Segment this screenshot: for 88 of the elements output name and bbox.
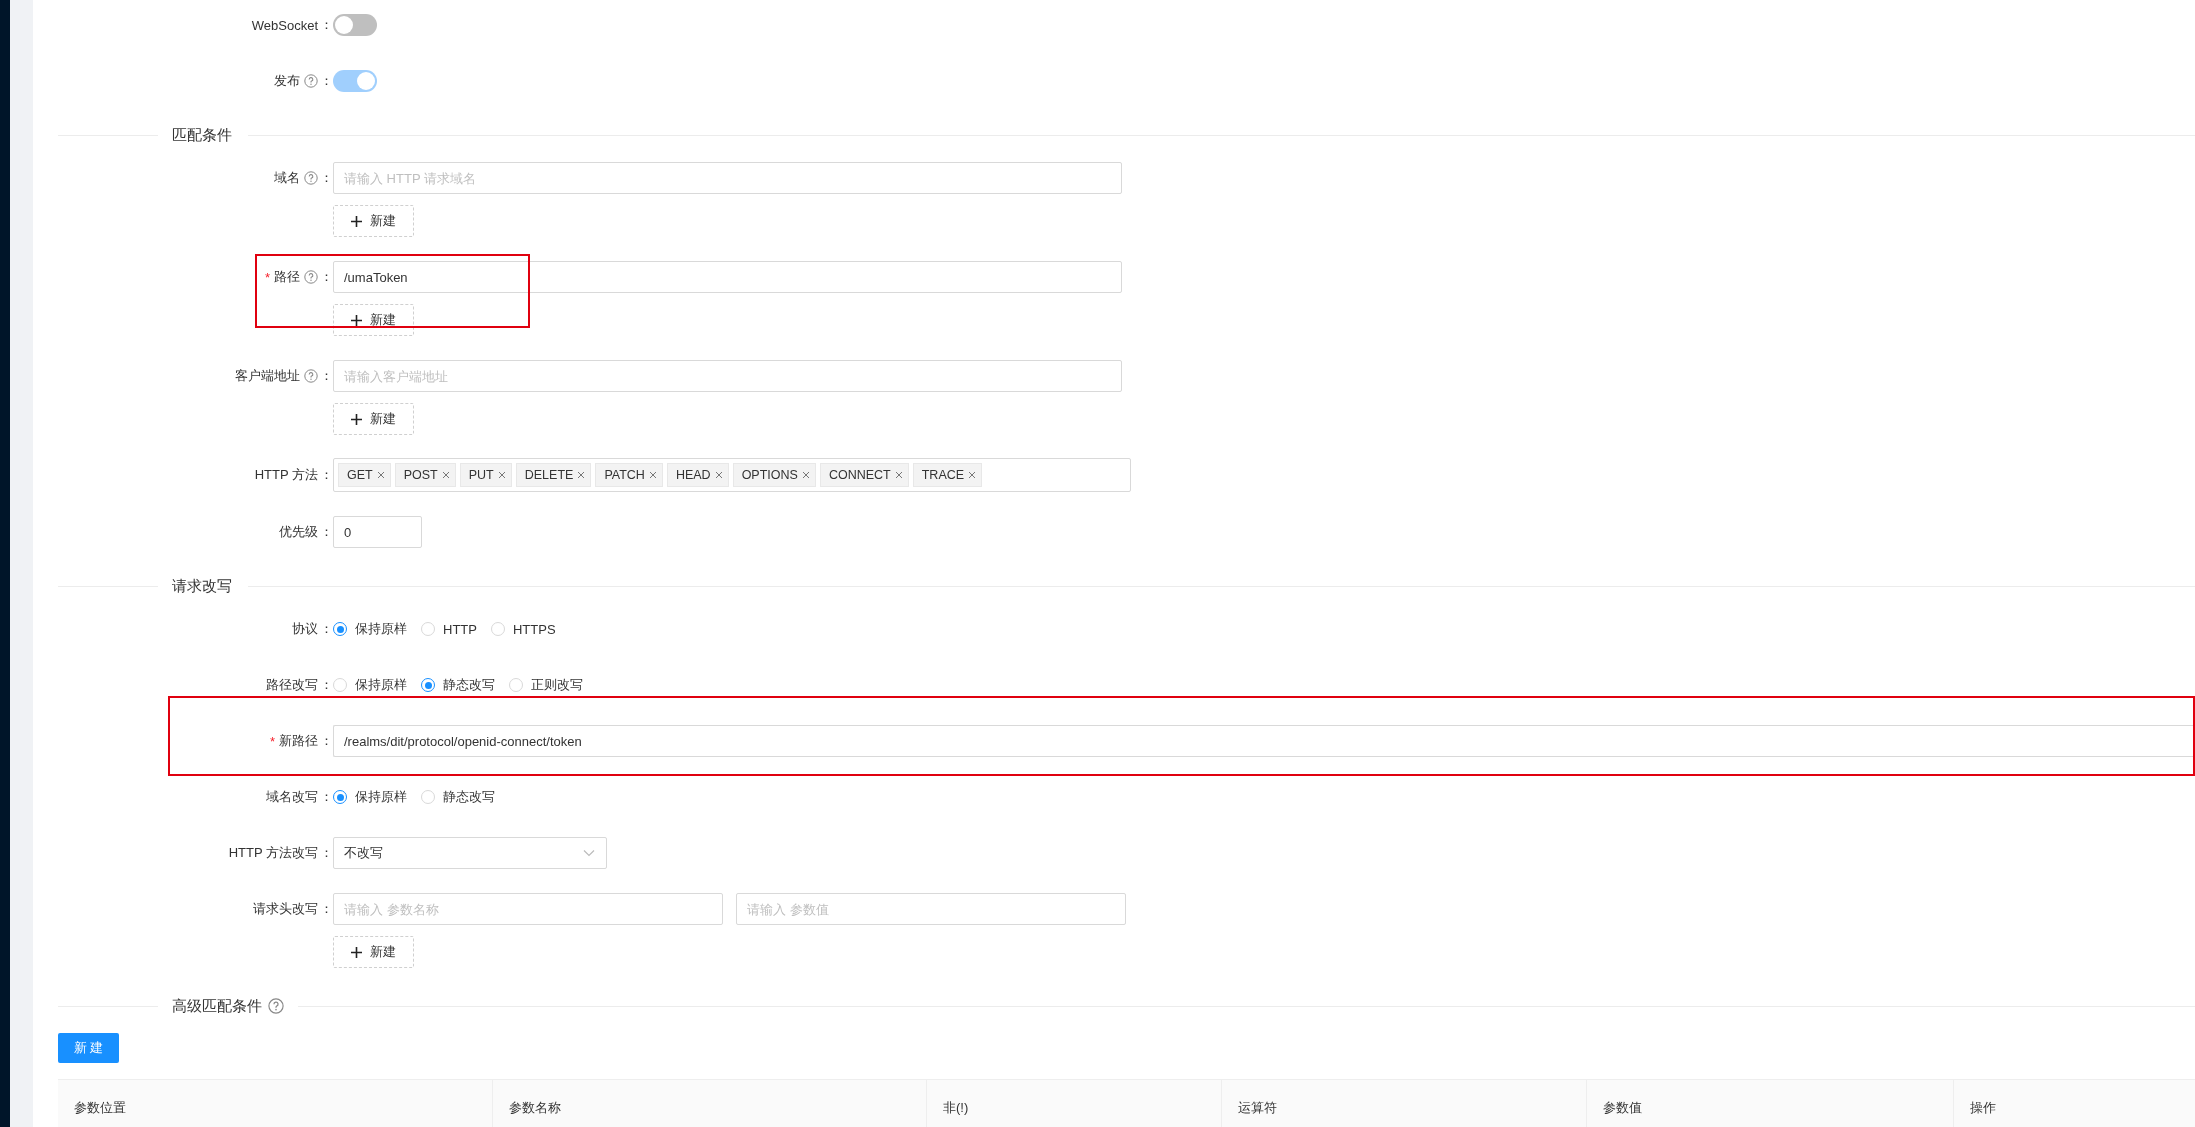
label-colon: ：	[320, 900, 333, 918]
field-label: WebSocket	[251, 17, 318, 33]
radio-option[interactable]: 静态改写	[421, 676, 495, 694]
help-icon[interactable]	[304, 270, 318, 284]
label-colon: ：	[320, 72, 333, 90]
radio-option[interactable]: HTTP	[421, 621, 477, 637]
field-label: 请求头改写	[253, 900, 318, 918]
close-icon[interactable]	[801, 471, 810, 479]
add-button[interactable]: 新建	[333, 403, 414, 435]
method-tag: PUT	[459, 463, 512, 487]
column-header: 参数位置	[58, 1080, 493, 1127]
section-title: 高级匹配条件	[171, 996, 262, 1016]
close-icon[interactable]	[441, 471, 450, 479]
plus-icon	[351, 314, 362, 326]
field-label: 域名改写	[266, 788, 318, 806]
number-field[interactable]: 0	[333, 516, 422, 548]
label-colon: ：	[320, 169, 333, 187]
method-tag: OPTIONS	[732, 463, 816, 487]
add-button[interactable]: 新建	[333, 936, 414, 968]
field-label: 新路径	[279, 732, 318, 750]
label-colon: ：	[320, 620, 333, 638]
column-header: 参数名称	[493, 1080, 927, 1127]
label-colon: ：	[320, 367, 333, 385]
column-header: 非(!)	[927, 1080, 1222, 1127]
close-icon[interactable]	[894, 471, 903, 479]
field-label: HTTP 方法	[254, 466, 318, 484]
add-button[interactable]: 新建	[333, 205, 414, 237]
tags-field[interactable]: GET POST PUT DELETE PATCH HEAD OPTIONS CONNECT TRACE	[333, 458, 1131, 492]
field-label: HTTP 方法改写	[228, 844, 318, 862]
field-label: 域名	[274, 169, 300, 187]
field-label: 优先级	[279, 523, 318, 541]
column-header: 参数值	[1587, 1080, 1954, 1127]
label-colon: ：	[320, 788, 333, 806]
text-field[interactable]: 请输入 参数值	[736, 893, 1126, 925]
help-icon[interactable]	[304, 369, 318, 383]
radio-option[interactable]: 保持原样	[333, 788, 407, 806]
close-icon[interactable]	[714, 471, 723, 479]
section-title: 匹配条件	[171, 125, 232, 145]
label-colon: ：	[320, 16, 333, 34]
radio-option[interactable]: 静态改写	[421, 788, 495, 806]
radio-option[interactable]: HTTPS	[490, 621, 556, 637]
chevron-down-icon	[583, 849, 595, 857]
label-colon: ：	[320, 844, 333, 862]
field-label: 客户端地址	[235, 367, 300, 385]
add-button[interactable]: 新建	[333, 304, 414, 336]
method-tag: POST	[394, 463, 456, 487]
close-icon[interactable]	[577, 471, 586, 479]
label-colon: ：	[320, 268, 333, 286]
help-icon[interactable]	[268, 998, 284, 1014]
column-header: 操作	[1969, 1099, 1997, 1117]
toggle-switch[interactable]	[333, 14, 377, 36]
close-icon[interactable]	[648, 471, 657, 479]
text-field[interactable]: /umaToken	[333, 261, 1122, 293]
field-label: 路径改写	[266, 676, 318, 694]
select-field[interactable]: 不改写	[333, 837, 607, 869]
method-tag: TRACE	[912, 463, 983, 487]
column-header: 运算符	[1222, 1080, 1587, 1127]
plus-icon	[351, 413, 362, 425]
label-colon: ：	[320, 732, 333, 750]
method-tag: HEAD	[666, 463, 729, 487]
radio-option[interactable]: 保持原样	[333, 676, 407, 694]
close-icon[interactable]	[376, 471, 385, 479]
required-mark: *	[269, 733, 275, 749]
required-mark: *	[264, 269, 270, 285]
text-field[interactable]: /realms/dit/protocol/openid-connect/token	[333, 725, 2195, 757]
label-colon: ：	[320, 523, 333, 541]
close-icon[interactable]	[968, 471, 977, 479]
field-label: 协议	[292, 620, 318, 638]
method-tag: PATCH	[595, 463, 663, 487]
field-label: 路径	[274, 268, 300, 286]
label-colon: ：	[320, 466, 333, 484]
method-tag: DELETE	[515, 463, 592, 487]
radio-option[interactable]: 保持原样	[333, 620, 407, 638]
help-icon[interactable]	[304, 74, 318, 88]
section-title: 请求改写	[171, 576, 232, 596]
method-tag: GET	[338, 463, 391, 487]
help-icon[interactable]	[304, 171, 318, 185]
method-tag: CONNECT	[819, 463, 909, 487]
radio-option[interactable]: 正则改写	[509, 676, 583, 694]
text-field[interactable]: 请输入 HTTP 请求域名	[333, 162, 1122, 194]
field-label: 发布	[274, 72, 300, 90]
label-colon: ：	[320, 676, 333, 694]
plus-icon	[351, 946, 362, 958]
plus-icon	[351, 215, 362, 227]
toggle-switch[interactable]	[333, 70, 377, 92]
text-field[interactable]: 请输入客户端地址	[333, 360, 1122, 392]
close-icon[interactable]	[497, 471, 506, 479]
text-field[interactable]: 请输入 参数名称	[333, 893, 723, 925]
